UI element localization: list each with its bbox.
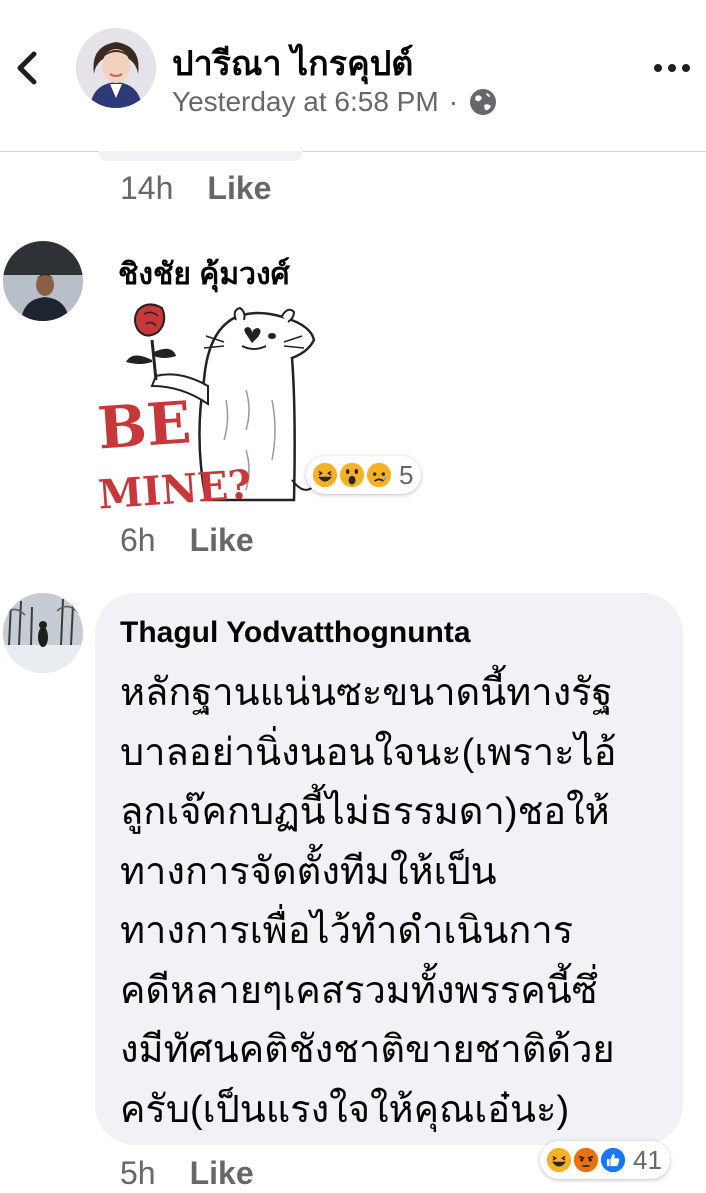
like-reaction-icon [598, 1145, 628, 1175]
more-options-button[interactable] [654, 58, 694, 78]
more-dot [654, 64, 662, 72]
comment-meta: 5h Like [120, 1155, 254, 1192]
timestamp-text: Yesterday at 6:58 PM [172, 86, 439, 117]
separator-dot: · [448, 86, 459, 117]
sticker-text-be: BE [96, 388, 193, 462]
laugh-reaction-icon [544, 1145, 574, 1175]
comment-time: 14h [120, 170, 174, 206]
commenter-name[interactable]: ชิงชัย คุ้มวงศ์ [118, 251, 290, 298]
comment-line: หลักฐานแน่นซะขนาดนี้ทางรัฐ [120, 672, 613, 714]
commenter-avatar[interactable] [3, 593, 83, 673]
comment-time: 5h [120, 1155, 156, 1191]
previous-comment-bubble [98, 151, 303, 161]
like-button[interactable]: Like [190, 522, 254, 558]
comment-line: ครับ(เป็นแรงใจให้คุณเอ๋นะ) [120, 1088, 570, 1131]
reaction-summary[interactable]: 5 [306, 456, 422, 494]
comment-line: บาลอย่านิ่งนอนใจนะ(เพราะไอ้ [120, 731, 617, 774]
more-dot [668, 64, 676, 72]
author-avatar[interactable] [76, 28, 156, 108]
comment-meta: 6h Like [120, 522, 254, 559]
comment-text: หลักฐานแน่นซะขนาดนี้ทางรัฐ บาลอย่านิ่งนอ… [120, 664, 668, 1140]
commenter-name[interactable]: Thagul Yodvatthognunta [120, 616, 471, 650]
comment-line: ลูกเจ๊คกบฏนี้ไม่ธรรมดา)ชอให้ [120, 791, 610, 833]
wow-reaction-icon [337, 460, 367, 490]
reaction-count: 5 [399, 459, 414, 490]
like-button[interactable]: Like [207, 170, 271, 206]
comment-line: ทางการจัดตั้งทีมให้เป็น [120, 850, 497, 893]
chevron-left-icon[interactable] [10, 48, 44, 88]
post-timestamp: Yesterday at 6:58 PM · [172, 86, 498, 118]
laugh-reaction-icon [310, 460, 340, 490]
comment-line: งมีทัศนคติชังชาติขายชาติด้วย [120, 1029, 615, 1071]
comment-line: ทางการเพื่อไว้ทำดำเนินการ [120, 910, 574, 952]
reaction-count: 41 [633, 1144, 662, 1175]
globe-icon [470, 89, 497, 115]
comment-time: 6h [120, 522, 156, 558]
sticker-text-mine: MINE? [97, 461, 253, 515]
like-button[interactable]: Like [190, 1155, 254, 1191]
comment-line: คดีหลายๆเคสรวมทั้งพรรคนี้ซึ่ [120, 969, 598, 1012]
reaction-summary[interactable]: 41 [540, 1141, 670, 1179]
commenter-avatar[interactable] [3, 241, 83, 321]
sad-reaction-icon [364, 460, 394, 490]
angry-reaction-icon [571, 1145, 601, 1175]
more-dot [682, 64, 690, 72]
comment-meta: 14h Like [120, 170, 271, 207]
author-name[interactable]: ปารีณา ไกรคุปต์ [172, 36, 413, 90]
post-header: ปารีณา ไกรคุปต์ Yesterday at 6:58 PM · [0, 0, 706, 152]
be-mine-sticker: BE MINE? [95, 300, 318, 519]
